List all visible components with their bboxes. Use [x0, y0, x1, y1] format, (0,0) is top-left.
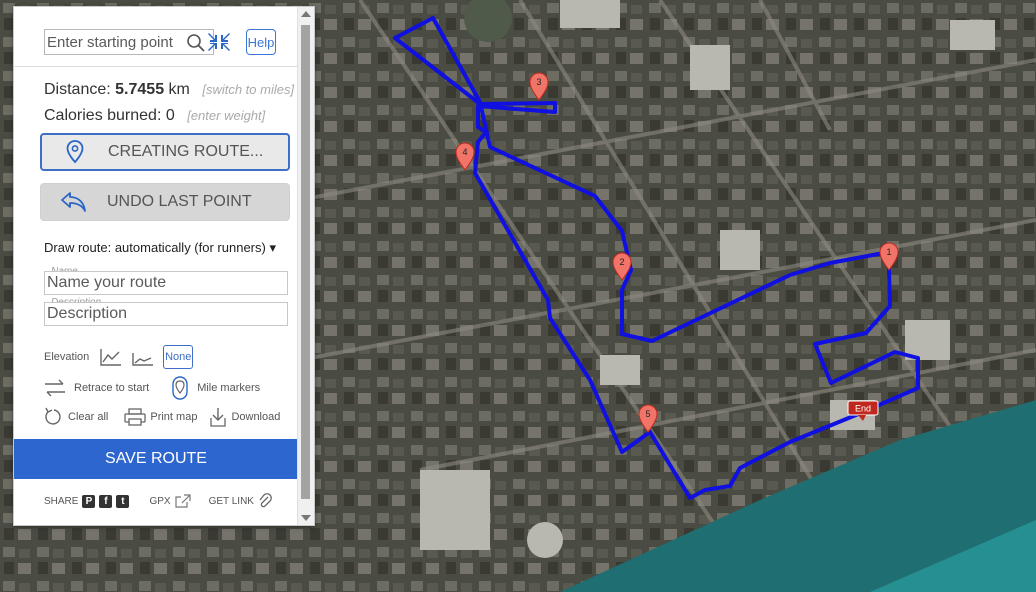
enter-weight-link[interactable]: [enter weight]	[187, 108, 265, 123]
mile-marker-4-label: 4	[462, 147, 467, 157]
share-row: SHARE P f t GPX GET LINK	[44, 493, 272, 509]
calories-row: Calories burned: 0 [enter weight]	[44, 107, 265, 125]
download-icon[interactable]	[209, 407, 227, 427]
switch-units-link[interactable]: [switch to miles]	[202, 82, 294, 97]
scrollbar-thumb[interactable]	[301, 25, 310, 499]
divider	[14, 66, 314, 67]
mile-markers-icon[interactable]	[171, 376, 189, 400]
distance-value: 5.7455	[115, 81, 165, 98]
map-pin-icon	[60, 139, 90, 165]
distance-unit: km	[168, 81, 190, 98]
mile-marker-1-label: 1	[886, 247, 891, 257]
gpx-link[interactable]: GPX	[149, 496, 170, 507]
end-marker-label: End	[855, 404, 871, 414]
help-button[interactable]: Help	[246, 29, 276, 55]
panel-scrollbar[interactable]	[297, 7, 314, 525]
mile-marker-2-label: 2	[619, 257, 624, 267]
distance-row: Distance: 5.7455 km [switch to miles]	[44, 81, 294, 99]
save-route-button[interactable]: SAVE ROUTE	[14, 439, 298, 479]
draw-route-row: Draw route: automatically (for runners) …	[44, 240, 276, 256]
retrace-to-start-label[interactable]: Retrace to start	[74, 382, 149, 394]
elevation-chart-icon[interactable]	[99, 347, 123, 367]
creating-route-label: CREATING ROUTE...	[108, 143, 264, 160]
clear-all-icon[interactable]	[44, 407, 64, 427]
scroll-up-icon[interactable]	[301, 11, 311, 17]
retrace-row: Retrace to start Mile markers	[44, 376, 260, 400]
calories-value: 0	[165, 107, 175, 124]
elevation-none-button[interactable]: None	[163, 345, 194, 369]
elevation-small-chart-icon[interactable]	[131, 347, 155, 367]
retrace-arrows-icon[interactable]	[44, 379, 66, 397]
route-panel: Help Distance: 5.7455 km [switch to mile…	[13, 6, 315, 526]
mile-marker-3-label: 3	[536, 77, 541, 87]
twitter-icon[interactable]: t	[116, 494, 130, 508]
get-link-label[interactable]: GET LINK	[209, 496, 254, 507]
facebook-icon[interactable]: f	[99, 494, 113, 508]
undo-last-point-button[interactable]: UNDO LAST POINT	[40, 183, 290, 221]
print-map-label[interactable]: Print map	[150, 411, 197, 423]
elevation-row: Elevation None	[44, 345, 194, 369]
download-label[interactable]: Download	[231, 411, 280, 423]
actions-row: Clear all Print map Download	[44, 407, 280, 427]
mile-markers-label[interactable]: Mile markers	[197, 382, 260, 394]
share-label: SHARE	[44, 495, 79, 507]
distance-label: Distance:	[44, 81, 111, 98]
draw-route-value: automatically (for runners)	[114, 240, 266, 255]
calories-label: Calories burned:	[44, 107, 162, 124]
undo-label: UNDO LAST POINT	[107, 193, 252, 210]
creating-route-button[interactable]: CREATING ROUTE...	[40, 133, 290, 171]
description-input[interactable]	[44, 302, 288, 326]
paperclip-icon[interactable]	[258, 493, 272, 509]
external-link-icon[interactable]	[174, 494, 191, 508]
search-icon[interactable]	[185, 33, 207, 53]
dropdown-arrow-icon: ▾	[269, 240, 276, 255]
scroll-down-icon[interactable]	[301, 515, 311, 521]
undo-arrow-icon	[59, 189, 89, 215]
collapse-panel-icon[interactable]	[208, 31, 230, 53]
draw-route-select[interactable]: automatically (for runners) ▾	[115, 240, 276, 255]
printer-icon[interactable]	[124, 408, 147, 426]
pinterest-icon[interactable]: P	[82, 494, 96, 508]
draw-route-label: Draw route:	[44, 240, 112, 255]
clear-all-label[interactable]: Clear all	[68, 411, 108, 423]
route-name-input[interactable]	[44, 271, 288, 295]
elevation-label: Elevation	[44, 351, 90, 363]
mile-marker-5-label: 5	[645, 409, 650, 419]
